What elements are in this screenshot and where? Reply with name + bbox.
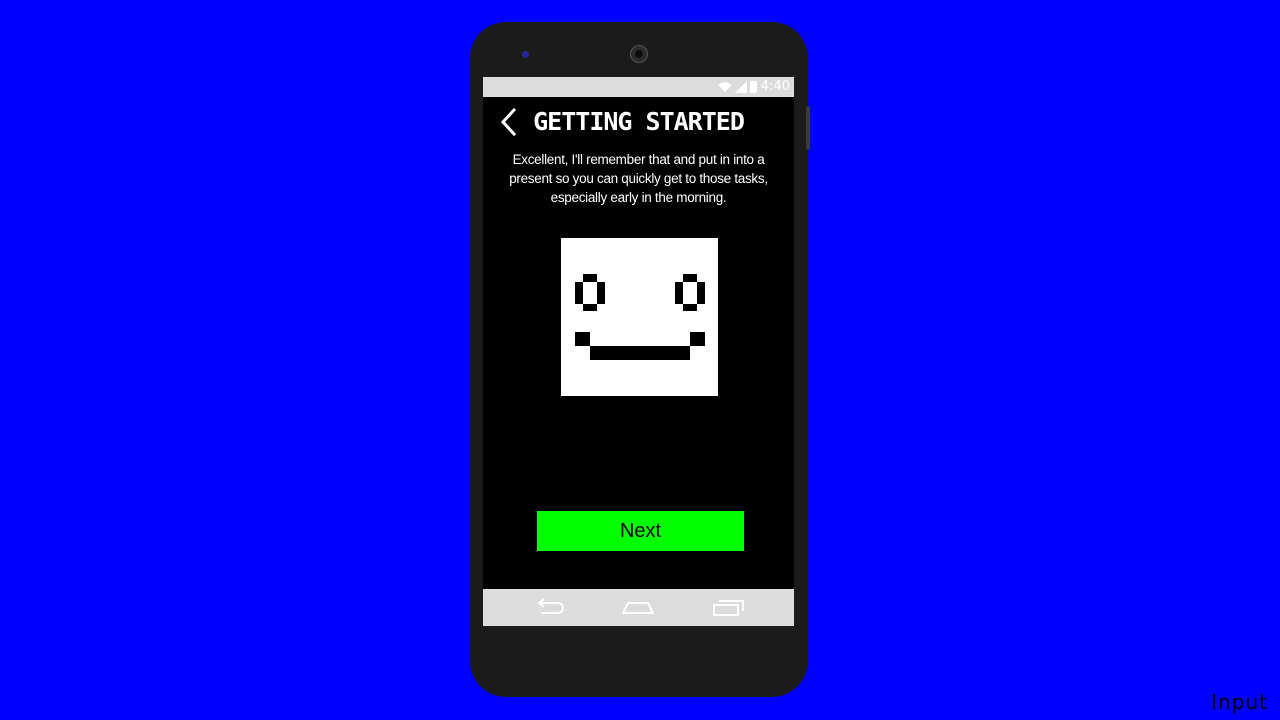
status-time: 4:40 xyxy=(760,79,790,94)
status-bar: 4:40 xyxy=(483,77,794,97)
page-title: GETTING STARTED xyxy=(533,107,745,136)
nav-home-icon[interactable] xyxy=(621,595,655,619)
wifi-icon xyxy=(718,82,732,92)
nav-back-icon[interactable] xyxy=(532,595,564,619)
left-eye-top xyxy=(583,274,597,282)
pixel-smiley-face-icon xyxy=(561,238,718,396)
system-nav-bar xyxy=(483,589,794,626)
status-icons: 4:40 xyxy=(718,79,790,95)
signal-icon xyxy=(734,81,747,93)
watermark-label: Input xyxy=(1211,690,1268,714)
proximity-sensor xyxy=(522,51,529,58)
right-eye-left xyxy=(675,282,683,304)
nav-recents-icon[interactable] xyxy=(712,595,746,619)
mouth-right-corner xyxy=(690,332,705,346)
mouth-line xyxy=(590,346,690,360)
stage: 4:40 GETTING STARTED Excellent, I'll rem… xyxy=(0,0,1280,720)
chevron-left-icon[interactable] xyxy=(499,107,519,137)
right-eye-right xyxy=(697,282,705,304)
left-eye-left xyxy=(575,282,583,304)
left-eye-right xyxy=(597,282,605,304)
mouth-left-corner xyxy=(575,332,590,346)
battery-icon xyxy=(749,81,757,93)
front-camera xyxy=(630,45,648,63)
right-eye-bottom xyxy=(683,304,697,311)
left-eye-bottom xyxy=(583,304,597,311)
next-button[interactable]: Next xyxy=(537,511,744,551)
assistant-message: Excellent, I'll remember that and put in… xyxy=(509,152,768,205)
power-key xyxy=(806,106,810,150)
right-eye-top xyxy=(683,274,697,282)
phone-screen: 4:40 GETTING STARTED Excellent, I'll rem… xyxy=(483,77,794,626)
